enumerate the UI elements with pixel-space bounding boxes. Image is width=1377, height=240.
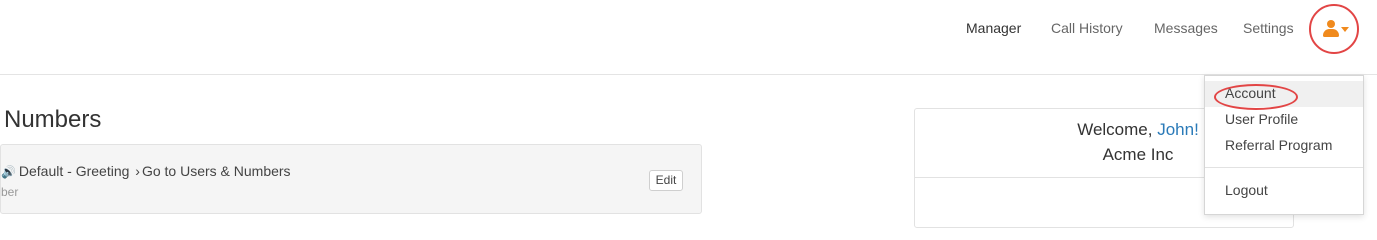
speaker-icon: 🔊 [1, 165, 16, 179]
menu-item-account[interactable]: Account [1205, 81, 1363, 110]
menu-item-referral-program[interactable]: Referral Program [1205, 133, 1363, 159]
page-title: Numbers [4, 106, 102, 133]
user-menu-button[interactable] [1309, 4, 1359, 54]
top-navigation: Manager Call History Messages Settings [0, 0, 1377, 75]
user-icon [1323, 20, 1343, 38]
chevron-right-icon: › [135, 163, 140, 179]
edit-button[interactable]: Edit [649, 170, 683, 191]
menu-item-user-profile[interactable]: User Profile [1205, 107, 1363, 133]
welcome-prefix: Welcome, [1077, 120, 1158, 139]
menu-item-label: Referral Program [1225, 137, 1333, 153]
number-row-panel: 🔊 Default - Greeting › Go to Users & Numb… [0, 144, 702, 214]
menu-item-logout[interactable]: Logout [1205, 178, 1363, 204]
greeting-label: Default - Greeting [18, 163, 130, 179]
user-dropdown-menu: Account User Profile Referral Program Lo… [1204, 75, 1364, 215]
nav-manager[interactable]: Manager [966, 20, 1021, 36]
nav-call-history[interactable]: Call History [1051, 20, 1123, 36]
user-name: John! [1157, 120, 1199, 139]
menu-item-label: User Profile [1225, 111, 1299, 127]
menu-divider [1205, 167, 1363, 168]
nav-messages[interactable]: Messages [1154, 20, 1218, 36]
routing-summary: 🔊 Default - Greeting › Go to Users & Numb… [1, 163, 291, 179]
nav-settings[interactable]: Settings [1243, 20, 1294, 36]
menu-item-label: Logout [1225, 182, 1268, 198]
caret-down-icon [1341, 27, 1349, 32]
row-subtext: ber [1, 185, 19, 199]
route-target: Go to Users & Numbers [141, 163, 291, 179]
